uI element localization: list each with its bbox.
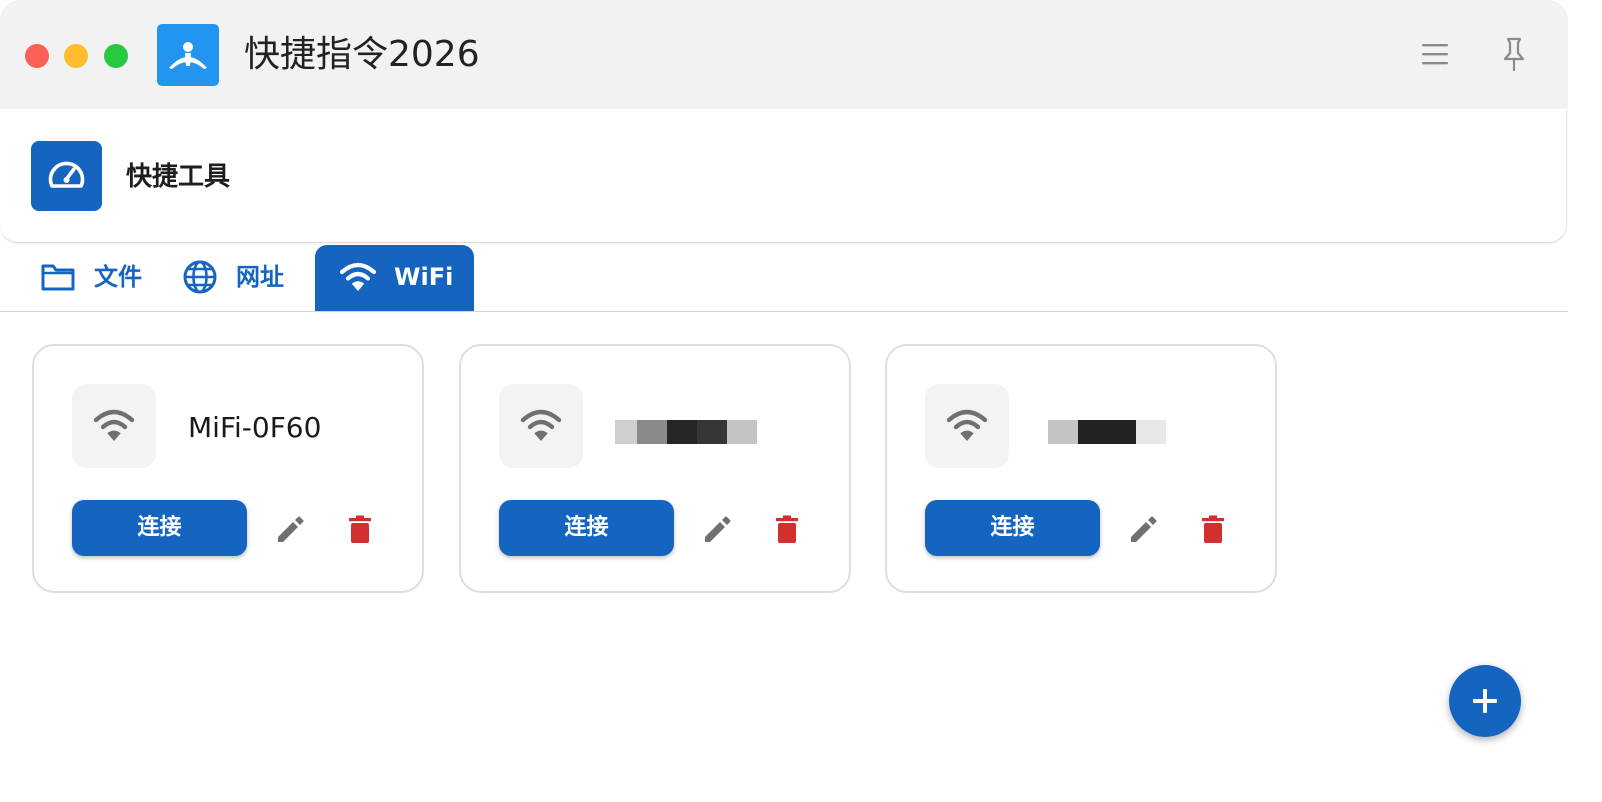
tab-bar: 文件 网址 WiFi bbox=[0, 243, 1568, 312]
connect-button[interactable]: 连接 bbox=[925, 500, 1100, 556]
pin-icon[interactable] bbox=[1496, 34, 1532, 74]
close-window-button[interactable] bbox=[25, 44, 49, 68]
tab-wifi-label: WiFi bbox=[394, 263, 454, 291]
speedometer-icon bbox=[31, 141, 102, 211]
wifi-card: 连接 bbox=[459, 344, 851, 593]
tab-files[interactable]: 文件 bbox=[36, 243, 156, 311]
tab-wifi[interactable]: WiFi bbox=[315, 245, 474, 311]
wifi-icon bbox=[72, 384, 156, 468]
trash-icon[interactable] bbox=[1195, 512, 1231, 548]
wifi-icon bbox=[925, 384, 1009, 468]
section-title: 快捷工具 bbox=[126, 162, 231, 192]
add-wifi-button[interactable] bbox=[1449, 665, 1521, 737]
minimize-window-button[interactable] bbox=[64, 44, 88, 68]
tab-urls-label: 网址 bbox=[236, 263, 284, 291]
edit-icon[interactable] bbox=[1125, 512, 1161, 548]
plus-icon bbox=[1473, 689, 1497, 713]
redacted-ssid bbox=[1048, 420, 1166, 444]
folder-icon bbox=[41, 264, 75, 291]
trash-icon[interactable] bbox=[769, 512, 805, 548]
globe-icon bbox=[183, 260, 217, 294]
tab-files-label: 文件 bbox=[94, 263, 142, 291]
app-window: 快捷指令2026 快捷工具 文件 网址 WiFi MiFi-0F60 连接 连接… bbox=[0, 0, 1568, 785]
person-arms-icon bbox=[157, 24, 219, 86]
hamburger-menu-icon[interactable] bbox=[1418, 36, 1452, 72]
title-bar[interactable]: 快捷指令2026 bbox=[0, 0, 1568, 109]
tab-urls[interactable]: 网址 bbox=[180, 243, 300, 311]
wifi-card: 连接 bbox=[885, 344, 1277, 593]
connect-button[interactable]: 连接 bbox=[72, 500, 247, 556]
wifi-ssid: MiFi-0F60 bbox=[188, 411, 322, 444]
trash-icon[interactable] bbox=[342, 512, 378, 548]
wifi-icon bbox=[339, 262, 377, 291]
wifi-card: MiFi-0F60 连接 bbox=[32, 344, 424, 593]
header-card: 快捷工具 bbox=[0, 109, 1567, 243]
edit-icon[interactable] bbox=[272, 512, 308, 548]
wifi-icon bbox=[499, 384, 583, 468]
connect-button[interactable]: 连接 bbox=[499, 500, 674, 556]
app-title: 快捷指令2026 bbox=[244, 34, 480, 75]
redacted-ssid bbox=[615, 420, 757, 444]
zoom-window-button[interactable] bbox=[104, 44, 128, 68]
edit-icon[interactable] bbox=[699, 512, 735, 548]
